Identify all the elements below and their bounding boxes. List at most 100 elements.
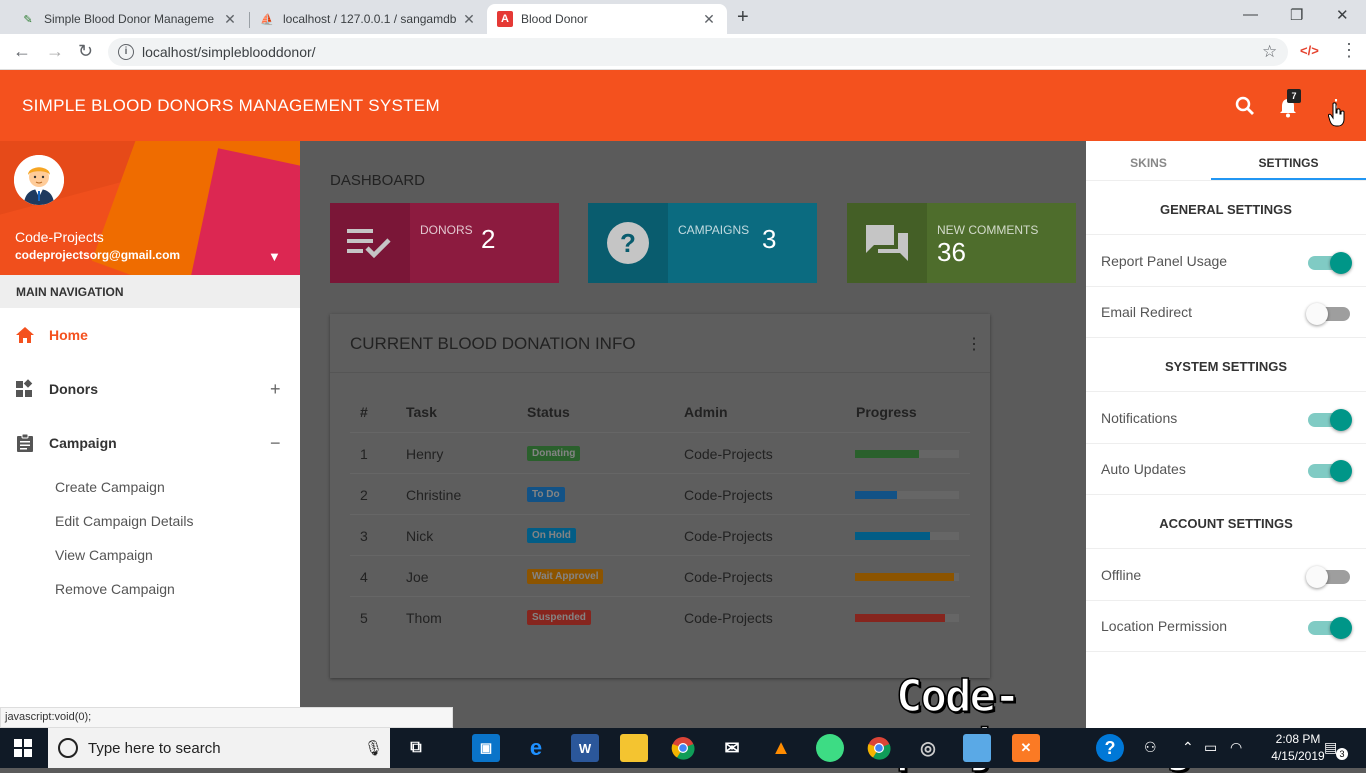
code-extension-icon[interactable]: </> [1300,43,1319,58]
vlc-icon[interactable]: ▲ [767,734,795,762]
wifi-icon[interactable]: ◠ [1230,739,1242,756]
setting-toggle-switch[interactable] [1306,303,1350,325]
setting-label: Email Redirect [1101,304,1193,320]
sidebar-item-home[interactable]: Home [0,315,300,355]
mail-icon[interactable]: ✉ [718,734,746,762]
settings-section-heading: ACCOUNT SETTINGS [1159,516,1293,531]
chrome-icon[interactable] [669,734,697,762]
toggle-knob [1330,460,1352,482]
info-icon[interactable]: i [118,44,134,60]
card-title: CURRENT BLOOD DONATION INFO [350,334,636,353]
browser-status-bar: javascript:void(0); [0,707,453,728]
battery-icon[interactable]: ▭ [1204,739,1217,756]
infobox-label: NEW COMMENTS [937,223,1039,237]
infobox-donors[interactable]: DONORS 2 [330,203,559,283]
submenu-view-campaign[interactable]: View Campaign [55,547,153,563]
bookmark-star-icon[interactable]: ☆ [1262,42,1277,62]
column-header-progress: Progress [856,404,917,420]
toggle-knob [1330,617,1352,639]
setting-toggle-switch[interactable] [1308,409,1352,431]
sidebar: Code-Projects codeprojectsorg@gmail.com … [0,141,300,728]
cell-admin: Code-Projects [684,487,773,503]
close-tab-icon[interactable]: ✕ [222,11,238,28]
setting-label: Notifications [1101,410,1178,426]
reload-icon[interactable]: ↻ [78,41,93,62]
sidebar-item-campaign[interactable]: Campaign − [0,423,300,463]
photos-app-icon[interactable]: ▣ [472,734,500,762]
app-title[interactable]: SIMPLE BLOOD DONORS MANAGEMENT SYSTEM [22,96,440,116]
search-icon[interactable] [1235,96,1255,116]
tray-chevron-icon[interactable]: ⌃ [1182,739,1194,756]
forward-icon[interactable]: → [46,41,64,62]
progress-fill [855,450,920,458]
infobox-new-comments[interactable]: NEW COMMENTS 36 [847,203,1076,283]
android-studio-icon[interactable] [816,734,844,762]
progress-bar [855,573,959,581]
browser-tab-2[interactable]: ⛵ localhost / 127.0.0.1 / sangamdb ✕ [249,4,487,34]
tab-skins[interactable]: SKINS [1086,141,1211,180]
expand-icon[interactable]: + [270,379,281,400]
forum-icon [847,203,927,283]
settings-section-heading: GENERAL SETTINGS [1160,202,1292,217]
browser-tab-1[interactable]: ✎ Simple Blood Donor Manageme ✕ [10,4,248,34]
settings-panel: SKINS SETTINGS GENERAL SETTINGS Report Pa… [1086,141,1366,728]
progress-fill [855,532,930,540]
toggle-knob [1330,409,1352,431]
cortana-icon [58,738,78,758]
avatar[interactable] [14,155,64,205]
taskbar-clock[interactable]: 2:08 PM 4/15/2019 [1268,731,1328,765]
infobox-campaigns[interactable]: ? CAMPAIGNS 3 [588,203,817,283]
column-header-number: # [360,404,368,420]
search-placeholder: Type here to search [88,739,221,757]
setting-toggle-switch[interactable] [1306,566,1350,588]
close-tab-icon[interactable]: ✕ [461,11,477,28]
setting-toggle-switch[interactable] [1308,617,1352,639]
help-circle-icon[interactable]: ? [1096,734,1124,762]
progress-bar [855,532,959,540]
url-text: localhost/simpleblooddonor/ [142,44,316,60]
obs-icon[interactable]: ◎ [914,734,942,762]
svg-text:?: ? [620,228,636,258]
card-menu-icon[interactable]: ⋮ [966,334,982,354]
back-icon[interactable]: ← [13,41,31,62]
minimize-icon[interactable]: — [1243,6,1258,23]
setting-toggle-switch[interactable] [1308,252,1352,274]
app-favicon-icon: A [497,11,513,27]
assignment-icon [17,433,33,452]
xampp-icon[interactable]: ✕ [1012,734,1040,762]
cell-task: Henry [406,446,444,462]
restore-icon[interactable]: ❐ [1290,6,1303,24]
address-bar[interactable]: i localhost/simpleblooddonor/ [108,38,1288,66]
new-tab-button[interactable]: + [737,6,749,29]
progress-fill [855,573,954,581]
taskbar-search[interactable]: Type here to search 🎙 [48,728,390,768]
close-tab-icon[interactable]: ✕ [701,11,717,28]
people-icon[interactable]: ⚇ [1144,739,1157,756]
user-menu-chevron-icon[interactable]: ▼ [268,249,281,264]
word-icon[interactable]: W [571,734,599,762]
submenu-remove-campaign[interactable]: Remove Campaign [55,581,175,597]
setting-label: Report Panel Usage [1101,253,1228,269]
task-view-icon[interactable]: ⧉ [402,734,430,762]
cell-number: 3 [360,528,368,544]
submenu-edit-campaign[interactable]: Edit Campaign Details [55,513,194,529]
cell-task: Nick [406,528,434,544]
windows-start-icon[interactable] [14,739,32,757]
notification-badge: 7 [1287,89,1301,103]
browser-menu-icon[interactable]: ⋮ [1340,40,1358,61]
browser-tab-strip: ✎ Simple Blood Donor Manageme ✕ ⛵ localh… [0,0,1366,34]
browser-tab-3[interactable]: A Blood Donor ✕ [487,4,727,34]
close-window-icon[interactable]: ✕ [1336,6,1349,24]
tab-settings[interactable]: SETTINGS [1211,141,1366,180]
file-explorer-icon[interactable] [620,734,648,762]
setting-toggle-switch[interactable] [1308,460,1352,482]
edge-icon[interactable]: e [522,734,550,762]
notepad-icon[interactable] [963,734,991,762]
status-badge: Wait Approvel [527,569,604,584]
microphone-icon[interactable]: 🎙 [364,739,383,757]
collapse-icon[interactable]: − [270,433,281,454]
sidebar-item-label: Home [49,327,88,343]
submenu-create-campaign[interactable]: Create Campaign [55,479,165,495]
chrome-active-icon[interactable] [865,734,893,762]
sidebar-item-donors[interactable]: Donors + [0,369,300,409]
